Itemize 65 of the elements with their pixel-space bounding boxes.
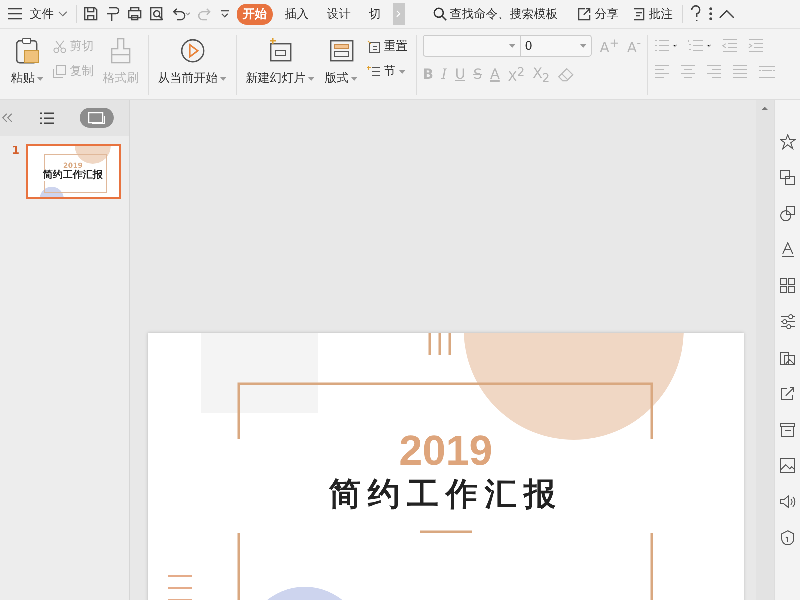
speaker-icon[interactable]	[780, 494, 796, 510]
divider-line	[420, 530, 472, 534]
copy-icon	[53, 64, 67, 78]
sliders-icon[interactable]	[780, 314, 796, 330]
caret-icon	[399, 70, 406, 74]
slide-year: 2019	[399, 429, 493, 474]
chevron-down-icon	[58, 11, 68, 17]
star-icon[interactable]	[780, 134, 796, 150]
play-icon	[180, 37, 206, 65]
textstyle-icon[interactable]	[780, 242, 796, 258]
play-from-current-button[interactable]: 从当前开始	[155, 35, 230, 89]
horizontal-lines-drawing	[167, 575, 193, 600]
slide-number: 1	[12, 144, 20, 157]
comment-button[interactable]: 批注	[628, 6, 676, 22]
slides-icon	[88, 112, 106, 124]
picture-icon[interactable]	[780, 458, 796, 474]
reset-icon	[367, 40, 381, 54]
comment-icon	[631, 6, 646, 22]
search-icon	[433, 6, 448, 22]
share-button[interactable]: 分享	[574, 6, 622, 22]
ribbon-tab[interactable]: 切	[363, 4, 387, 24]
section-icon	[367, 64, 381, 78]
print-icon[interactable]	[127, 6, 143, 22]
scissors-icon	[53, 40, 67, 54]
vertical-line	[238, 533, 240, 600]
box-icon[interactable]	[780, 422, 796, 438]
layout-button[interactable]: 版式	[322, 35, 361, 89]
caret-icon	[351, 76, 358, 80]
vertical-lines-drawing	[428, 333, 452, 356]
share-icon	[577, 6, 592, 22]
reset-button[interactable]: 重置	[365, 37, 410, 56]
caret-icon	[220, 76, 227, 80]
save-icon[interactable]	[83, 6, 99, 22]
ribbon-tab[interactable]: 设计	[321, 4, 357, 24]
file-menu[interactable]: 文件	[28, 6, 70, 22]
grid-icon[interactable]	[780, 278, 796, 294]
chevron-right-icon	[396, 10, 402, 18]
swap-icon[interactable]	[780, 170, 796, 186]
thumbnail-title: 简约工作汇报	[43, 170, 104, 180]
share-icon[interactable]	[780, 386, 796, 402]
new-slide-button[interactable]: 新建幻灯片	[243, 35, 318, 89]
brush-icon	[109, 37, 133, 65]
shapes-icon[interactable]	[780, 206, 796, 222]
scroll-up-icon[interactable]	[762, 106, 768, 112]
format-painter-icon[interactable]	[105, 6, 121, 22]
more-options-icon[interactable]	[709, 6, 713, 22]
slide-view-toggle[interactable]	[80, 108, 114, 128]
image-icon[interactable]	[780, 350, 796, 366]
collapse-ribbon-icon[interactable]	[719, 9, 735, 19]
clipboard-icon	[14, 37, 40, 65]
collapse-panel-icon[interactable]	[2, 113, 14, 123]
ribbon-tab[interactable]: 插入	[279, 4, 315, 24]
paste-button[interactable]: 粘贴	[8, 35, 47, 89]
help-icon[interactable]	[689, 5, 703, 23]
undo-icon[interactable]	[171, 6, 191, 22]
slide-title: 简约工作汇报	[329, 475, 563, 514]
print-preview-icon[interactable]	[149, 6, 165, 22]
search-field[interactable]: 查找命令、搜索模板	[433, 6, 568, 22]
section-button[interactable]: 节	[365, 62, 410, 81]
caret-icon	[37, 76, 44, 80]
shield-icon[interactable]	[780, 530, 796, 546]
menu-icon[interactable]	[8, 8, 22, 20]
vertical-line	[650, 533, 654, 600]
list-icon	[39, 112, 55, 124]
caret-icon	[308, 76, 315, 80]
